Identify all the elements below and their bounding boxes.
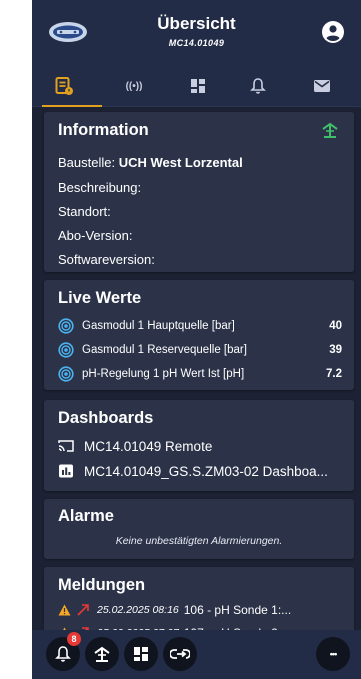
standort-label: Standort: [58,204,111,219]
bell-icon [55,646,71,662]
softwareversion-label: Softwareversion: [58,252,155,267]
remote-link-icon [170,649,190,659]
live-values-card: Live Werte Gasmodul 1 Hauptquelle [bar] … [44,280,354,390]
message-date: 25.02.2025 08:16 [97,604,179,616]
envelope-icon [314,80,330,92]
notification-badge: 8 [67,632,81,646]
dashboard-icon [134,647,148,661]
messages-card: Meldungen 25.02.2025 08:16 106 - pH Sond… [44,567,354,640]
dashboard-button[interactable] [124,637,158,671]
account-icon[interactable] [321,20,345,44]
tab-bar: ((•)) [32,66,361,107]
bottom-action-bar: 8 ••• [32,630,361,679]
dashboard-item-label: MC14.01049_GS.S.ZM03-02 Dashboa... [84,463,328,479]
radio-waves-icon: ((•)) [125,80,143,92]
chart-box-icon [59,464,73,478]
baustelle-label: Baustelle: [58,155,116,170]
tab-messages[interactable] [292,66,352,106]
dashboards-title: Dashboards [58,409,154,427]
live-value-number: 7.2 [326,368,342,380]
dashboard-item[interactable]: MC14.01049 Remote [58,437,346,455]
more-dots-icon: ••• [329,649,338,659]
device-id: MC14.01049 [168,38,225,48]
live-value-name: pH-Regelung 1 pH Wert Ist [pH] [82,368,245,380]
trend-up-icon [77,604,89,616]
live-sensor-icon [58,366,74,382]
construction-site-icon [94,646,110,662]
live-value-number: 40 [329,320,342,332]
alarms-title: Alarme [58,507,114,525]
dashboard-item-label: MC14.01049 Remote [84,438,213,454]
baustelle-row: Baustelle: UCH West Lorzental [58,155,243,170]
construction-site-button[interactable] [85,637,119,671]
information-title: Information [58,121,149,139]
alarms-card: Alarme Keine unbestätigten Alarmierungen… [44,499,354,559]
page-title: Übersicht [157,14,236,33]
messages-title: Meldungen [58,576,146,594]
live-value-row[interactable]: Gasmodul 1 Hauptquelle [bar] 40 [58,317,342,335]
notifications-button[interactable]: 8 [46,632,81,671]
live-value-name: Gasmodul 1 Hauptquelle [bar] [82,320,235,332]
bell-icon [250,78,266,94]
dashboard-icon [191,79,205,93]
content-area: Information Baustelle: UCH West Lorzenta… [32,107,361,640]
tab-live[interactable]: ((•)) [104,66,164,106]
live-values-title: Live Werte [58,289,142,307]
abo-version-label: Abo-Version: [58,228,133,243]
live-sensor-icon [58,318,74,334]
dashboard-item[interactable]: MC14.01049_GS.S.ZM03-02 Dashboa... [58,462,346,480]
more-button[interactable]: ••• [316,637,350,671]
live-sensor-icon [58,342,74,358]
top-app-bar: Übersicht MC14.01049 [32,0,361,66]
beschreibung-label: Beschreibung: [58,180,142,195]
document-badge-icon [55,77,73,95]
tab-overview[interactable] [34,66,102,107]
message-item[interactable]: 25.02.2025 08:16 106 - pH Sonde 1:... [58,602,346,618]
information-card: Information Baustelle: UCH West Lorzenta… [44,112,354,272]
baustelle-value: UCH West Lorzental [118,155,243,170]
tab-dashboards[interactable] [168,66,228,106]
cast-icon [58,440,74,452]
live-value-row[interactable]: Gasmodul 1 Reservequelle [bar] 39 [58,341,342,359]
message-text: 106 - pH Sonde 1:... [183,603,292,617]
tab-alarms[interactable] [228,66,288,106]
warning-icon [58,604,71,616]
live-value-name: Gasmodul 1 Reservequelle [bar] [82,344,247,356]
construction-site-icon[interactable] [320,121,340,139]
alarms-empty-text: Keine unbestätigten Alarmierungen. [115,535,283,547]
dashboards-card: Dashboards MC14.01049 Remote MC14.01049_… [44,400,354,491]
live-value-row[interactable]: pH-Regelung 1 pH Wert Ist [pH] 7.2 [58,365,342,383]
app-screen: Übersicht MC14.01049 ((•)) Information B… [32,0,361,679]
remote-button[interactable] [163,637,197,671]
live-value-number: 39 [329,344,342,356]
